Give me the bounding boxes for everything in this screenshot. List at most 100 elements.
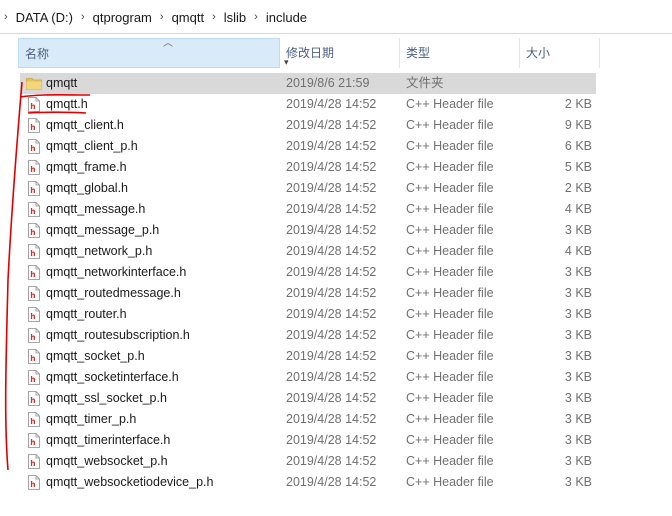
svg-text:h: h [30, 144, 35, 153]
file-modified-date: 2019/4/28 14:52 [286, 454, 377, 468]
header-file-icon: h [28, 244, 40, 259]
file-row[interactable]: h qmqtt_ssl_socket_p.h 2019/4/28 14:52 C++ … [20, 388, 596, 409]
file-type: C++ Header file [406, 391, 494, 405]
svg-text:h: h [30, 165, 35, 174]
file-row[interactable]: h qmqtt_websocket_p.h 2019/4/28 14:52 C++ H… [20, 451, 596, 472]
file-modified-date: 2019/4/28 14:52 [286, 202, 377, 216]
folder-row[interactable]: qmqtt 2019/8/6 21:59 文件夹 [20, 73, 596, 94]
file-type: C++ Header file [406, 370, 494, 384]
file-type: C++ Header file [406, 307, 494, 321]
breadcrumb-separator-icon[interactable]: › [81, 11, 85, 23]
file-type: C++ Header file [406, 412, 494, 426]
svg-text:h: h [30, 396, 35, 405]
file-type: C++ Header file [406, 160, 494, 174]
file-name: qmqtt.h [46, 97, 88, 111]
file-row[interactable]: h qmqtt_websocketiodevice_p.h 2019/4/28 14… [20, 472, 596, 493]
header-file-icon: h [28, 97, 40, 112]
file-name: qmqtt_socket_p.h [46, 349, 145, 363]
svg-text:h: h [30, 228, 35, 237]
header-file-icon: h [28, 160, 40, 175]
file-name: qmqtt_timerinterface.h [46, 433, 171, 447]
file-modified-date: 2019/4/28 14:52 [286, 412, 377, 426]
file-modified-date: 2019/4/28 14:52 [286, 118, 377, 132]
file-type: C++ Header file [406, 223, 494, 237]
file-row[interactable]: h qmqtt_routesubscription.h 2019/4/28 14:5… [20, 325, 596, 346]
file-size: 3 KB [564, 307, 592, 321]
file-size: 9 KB [564, 118, 592, 132]
file-name: qmqtt_frame.h [46, 160, 127, 174]
file-row[interactable]: h qmqtt_message_p.h 2019/4/28 14:52 C++ Hea… [20, 220, 596, 241]
file-row[interactable]: h qmqtt_network_p.h 2019/4/28 14:52 C++ Hea… [20, 241, 596, 262]
file-row[interactable]: h qmqtt_timer_p.h 2019/4/28 14:52 C++ Heade… [20, 409, 596, 430]
file-modified-date: 2019/4/28 14:52 [286, 223, 377, 237]
file-size: 3 KB [564, 286, 592, 300]
header-file-icon: h [28, 475, 40, 490]
header-file-icon: h [28, 328, 40, 343]
file-size: 3 KB [564, 349, 592, 363]
breadcrumb-item[interactable]: DATA (D:) [16, 10, 73, 25]
breadcrumb-separator-icon[interactable]: › [212, 11, 216, 23]
file-row[interactable]: h qmqtt_client_p.h 2019/4/28 14:52 C++ Head… [20, 136, 596, 157]
file-row[interactable]: h qmqtt_socket_p.h 2019/4/28 14:52 C++ Head… [20, 346, 596, 367]
file-size: 3 KB [564, 412, 592, 426]
header-file-icon: h [28, 454, 40, 469]
header-file-icon: h [28, 370, 40, 385]
svg-text:h: h [30, 375, 35, 384]
file-row[interactable]: h qmqtt_networkinterface.h 2019/4/28 14:52… [20, 262, 596, 283]
file-name: qmqtt_websocket_p.h [46, 454, 168, 468]
svg-text:h: h [30, 333, 35, 342]
breadcrumb-separator-icon[interactable]: › [160, 11, 164, 23]
file-size: 3 KB [564, 433, 592, 447]
column-header-type[interactable]: 类型 [400, 38, 520, 68]
header-file-icon: h [28, 391, 40, 406]
file-size: 3 KB [564, 391, 592, 405]
column-header-size[interactable]: 大小 [520, 38, 600, 68]
file-row[interactable]: h qmqtt_frame.h 2019/4/28 14:52 C++ Header … [20, 157, 596, 178]
svg-text:h: h [30, 459, 35, 468]
file-size: 3 KB [564, 223, 592, 237]
file-name: qmqtt_client.h [46, 118, 124, 132]
header-file-icon: h [28, 349, 40, 364]
file-row[interactable]: h qmqtt_routedmessage.h 2019/4/28 14:52 C++… [20, 283, 596, 304]
breadcrumb-item[interactable]: qmqtt [172, 10, 205, 25]
file-row[interactable]: h qmqtt_router.h 2019/4/28 14:52 C++ Header… [20, 304, 596, 325]
breadcrumb-item[interactable]: lslib [224, 10, 246, 25]
column-header-name[interactable]: 名称 ︿ ▾ [18, 38, 289, 68]
file-row[interactable]: h qmqtt_client.h 2019/4/28 14:52 C++ Header… [20, 115, 596, 136]
breadcrumb-separator-icon[interactable]: › [4, 11, 8, 23]
header-file-icon: h [28, 286, 40, 301]
file-row[interactable]: h qmqtt_timerinterface.h 2019/4/28 14:52 C+… [20, 430, 596, 451]
column-header-type-label: 类型 [406, 46, 431, 60]
column-header-size-label: 大小 [526, 46, 551, 60]
column-header-date[interactable]: 修改日期 [280, 38, 400, 68]
breadcrumb-separator-icon[interactable]: › [254, 11, 258, 23]
breadcrumb-item[interactable]: qtprogram [93, 10, 152, 25]
folder-icon [26, 76, 42, 90]
address-bar[interactable]: › DATA (D:) › qtprogram › qmqtt › lslib › include [0, 0, 672, 34]
file-name: qmqtt_routesubscription.h [46, 328, 190, 342]
header-file-icon: h [28, 433, 40, 448]
svg-text:h: h [30, 312, 35, 321]
file-row[interactable]: h qmqtt_message.h 2019/4/28 14:52 C++ Heade… [20, 199, 596, 220]
file-row[interactable]: h qmqtt_socketinterface.h 2019/4/28 14:52 C… [20, 367, 596, 388]
header-file-icon: h [28, 223, 40, 238]
file-type: C++ Header file [406, 97, 494, 111]
header-file-icon: h [28, 139, 40, 154]
svg-text:h: h [30, 417, 35, 426]
file-type: C++ Header file [406, 286, 494, 300]
file-row[interactable]: h qmqtt_global.h 2019/4/28 14:52 C++ Header… [20, 178, 596, 199]
file-type: C++ Header file [406, 328, 494, 342]
file-name: qmqtt_router.h [46, 307, 127, 321]
column-header-name-label: 名称 [25, 47, 50, 61]
svg-text:h: h [30, 354, 35, 363]
column-header-date-label: 修改日期 [286, 46, 335, 60]
breadcrumb-item[interactable]: include [266, 10, 307, 25]
column-header-row: 名称 ︿ ▾ 修改日期 类型 大小 [0, 38, 672, 68]
breadcrumb: › DATA (D:) › qtprogram › qmqtt › lslib › include [0, 0, 315, 34]
file-modified-date: 2019/8/6 21:59 [286, 76, 370, 90]
file-size: 6 KB [564, 139, 592, 153]
file-type: C++ Header file [406, 349, 494, 363]
file-row[interactable]: h qmqtt.h 2019/4/28 14:52 C++ Header file 2 … [20, 94, 596, 115]
file-name: qmqtt_global.h [46, 181, 129, 195]
file-modified-date: 2019/4/28 14:52 [286, 433, 377, 447]
